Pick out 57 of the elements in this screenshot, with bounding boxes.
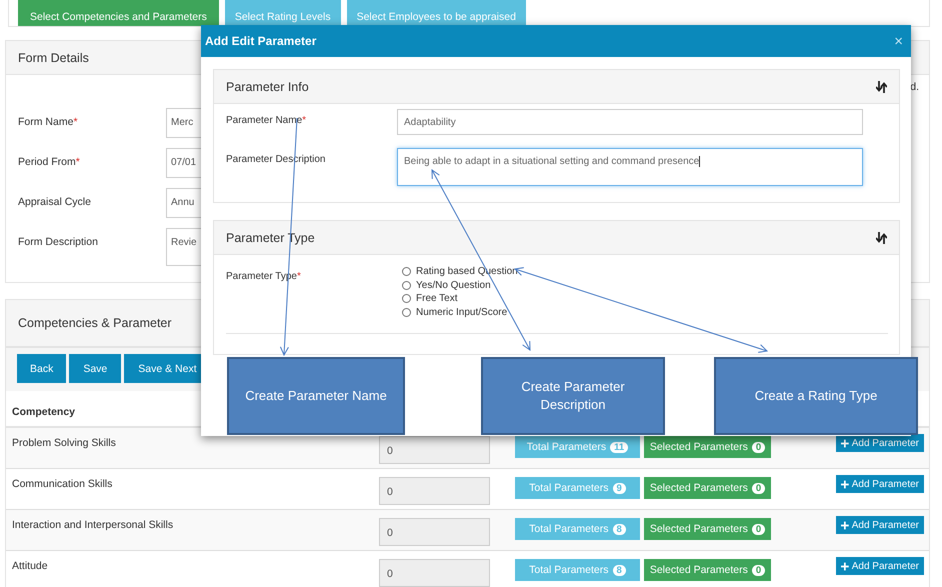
competency-name: Attitude [12,559,49,572]
step-tab[interactable]: Select Competencies and Parameters [18,0,219,26]
add-parameter-button[interactable]: Add Parameter [836,516,924,534]
competency-name: Interaction and Interpersonal Skills [12,518,174,531]
radio-option[interactable]: Yes/No Question [402,280,518,291]
total-parameters-badge[interactable]: Total Parameters 11 [515,436,640,458]
radio-option[interactable]: Numeric Input/Score [402,306,518,318]
radio-label: Yes/No Question [416,280,491,291]
callout-box: Create a Rating Type [714,357,918,435]
callout-box: Create Parameter Description [481,357,665,435]
add-parameter-button[interactable]: Add Parameter [836,557,924,575]
plus-icon [841,520,849,530]
score-field[interactable]: 0 [379,518,490,546]
section-title: Parameter Info [226,80,309,94]
sort-icon[interactable] [876,232,887,244]
score-field[interactable]: 0 [379,559,490,587]
field-label: Appraisal Cycle [18,195,92,208]
column-header: Competency [12,406,76,418]
radio-label: Numeric Input/Score [416,306,508,318]
field-label: Period From* [18,155,81,168]
total-parameters-badge[interactable]: Total Parameters 8 [515,559,640,581]
radio-button[interactable] [402,308,411,317]
selected-parameters-badge[interactable]: Selected Parameters 0 [644,559,771,581]
add-parameter-button[interactable]: Add Parameter [836,475,924,493]
selected-parameters-badge[interactable]: Selected Parameters 0 [644,518,771,540]
field-label: Form Description [18,235,99,248]
competency-name: Communication Skills [12,477,114,490]
field-label: Form Name* [18,115,79,128]
score-field[interactable]: 0 [379,477,490,505]
description-field[interactable]: Being able to adapt in a situational setting and command presence [397,148,863,186]
selected-parameters-badge[interactable]: Selected Parameters 0 [644,477,771,499]
step-tab[interactable]: Select Employees to be appraised [346,0,526,26]
total-parameters-badge[interactable]: Total Parameters 9 [515,477,640,499]
toolbar-button[interactable]: Save [69,354,122,383]
toolbar-button[interactable]: Back [17,354,66,383]
radio-button[interactable] [402,267,411,276]
step-tab[interactable]: Select Rating Levels [224,0,341,26]
score-field[interactable]: 0 [379,436,490,464]
total-parameters-badge[interactable]: Total Parameters 8 [515,518,640,540]
callout-box: Create Parameter Name [227,357,405,435]
modal-title: Add Edit Parameter [205,34,316,48]
competency-name: Problem Solving Skills [12,436,117,449]
name-field[interactable]: Adaptability [397,109,863,135]
selected-parameters-badge[interactable]: Selected Parameters 0 [644,436,771,458]
radio-label: Free Text [416,293,458,304]
close-button[interactable]: × [894,32,903,50]
radio-option[interactable]: Free Text [402,293,518,304]
sort-icon[interactable] [876,80,887,92]
plus-icon [841,480,849,488]
panel-title: Form Details [18,50,89,64]
plus-icon [841,438,849,448]
radio-button[interactable] [402,294,411,304]
plus-icon [841,562,849,570]
add-parameter-button[interactable]: Add Parameter [836,434,924,452]
note-text: d. [910,81,919,93]
panel-title: Competencies & Parameter [18,316,172,330]
radio-button[interactable] [402,280,411,290]
